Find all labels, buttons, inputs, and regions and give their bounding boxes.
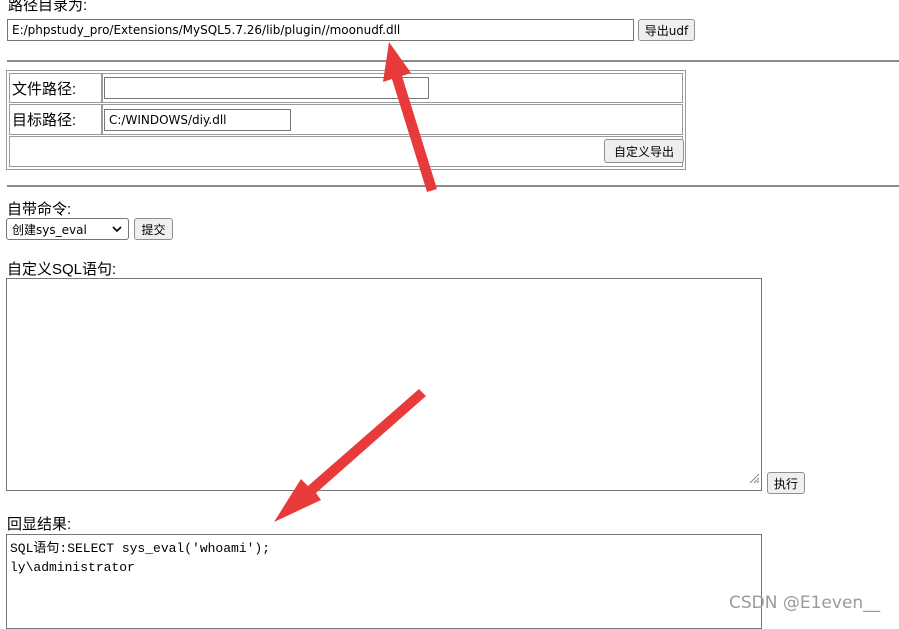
resize-handle-icon[interactable]	[748, 471, 760, 489]
target-path-value-cell: C:/WINDOWS/diy.dll	[102, 104, 683, 135]
target-path-label-cell: 目标路径:	[9, 104, 102, 135]
watermark: CSDN @E1even__	[729, 593, 881, 613]
custom-sql-textarea[interactable]	[6, 278, 762, 491]
target-path-label: 目标路径:	[12, 112, 77, 129]
execute-button[interactable]: 执行	[767, 472, 805, 494]
result-textarea[interactable]: SQL语句:SELECT sys_eval('whoami'); ly\admi…	[6, 534, 762, 629]
export-path-label: 路径目录为:	[8, 0, 88, 14]
file-path-value-cell	[102, 73, 683, 103]
divider-middle	[7, 185, 899, 187]
custom-export-button[interactable]: 自定义导出	[604, 139, 684, 163]
result-label: 回显结果:	[7, 516, 72, 533]
builtin-command-label: 自带命令:	[7, 201, 72, 218]
builtin-command-selected: 创建sys_eval	[12, 222, 87, 237]
export-path-input[interactable]: E:/phpstudy_pro/Extensions/MySQL5.7.26/l…	[7, 19, 634, 41]
export-udf-button[interactable]: 导出udf	[638, 19, 695, 41]
custom-export-button-cell: 自定义导出	[9, 136, 684, 167]
divider-top	[7, 60, 899, 62]
submit-command-button[interactable]: 提交	[134, 218, 173, 240]
target-path-input[interactable]: C:/WINDOWS/diy.dll	[104, 109, 291, 131]
builtin-command-select[interactable]: 创建sys_eval	[6, 218, 129, 240]
file-path-input[interactable]	[104, 77, 429, 99]
file-path-label-cell: 文件路径:	[9, 73, 102, 103]
chevron-down-icon	[112, 222, 122, 239]
custom-export-table: 文件路径: 目标路径: C:/WINDOWS/diy.dll 自定义导出	[6, 70, 686, 170]
file-path-label: 文件路径:	[12, 80, 77, 98]
custom-sql-label: 自定义SQL语句:	[7, 261, 117, 278]
